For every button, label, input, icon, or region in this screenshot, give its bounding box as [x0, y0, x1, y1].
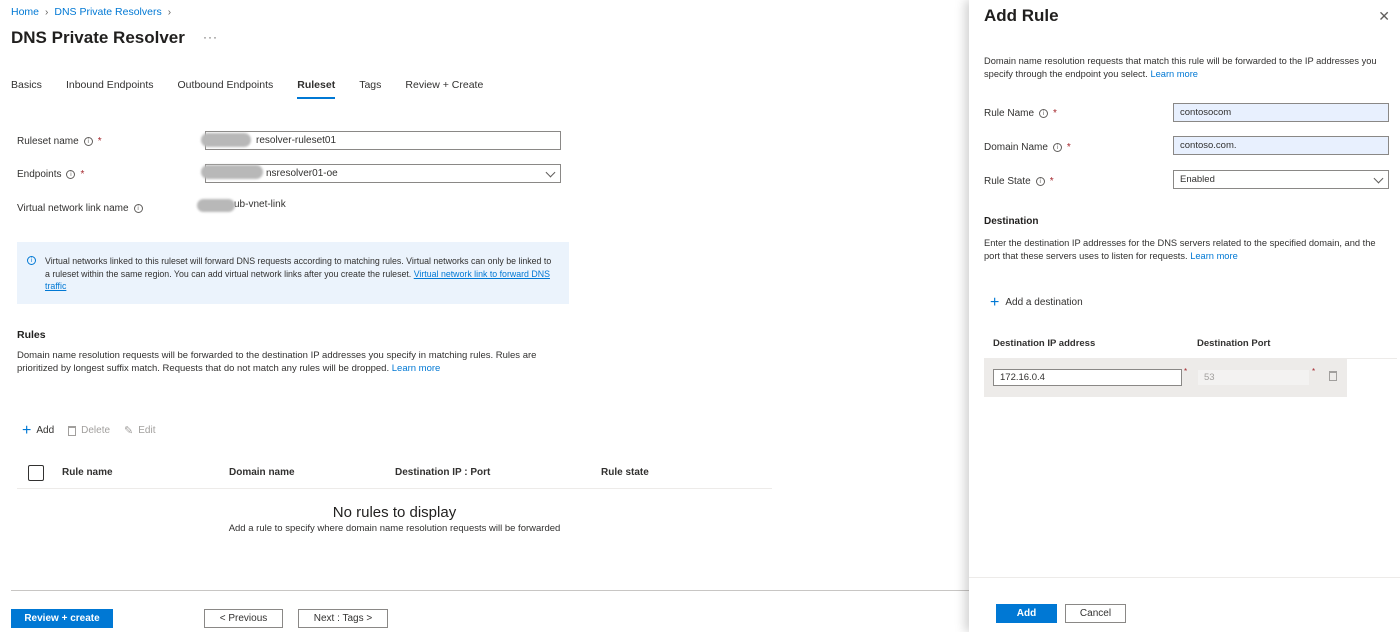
col-rule-state[interactable]: Rule state [601, 467, 649, 478]
info-icon[interactable]: i [66, 170, 76, 179]
rules-toolbar: + Add Delete ✎ Edit [22, 421, 156, 439]
breadcrumb: Home › DNS Private Resolvers › [11, 6, 171, 18]
panel-footer-divider [969, 577, 1400, 578]
required-mark: * [1049, 176, 1054, 187]
pencil-icon: ✎ [124, 425, 134, 437]
close-icon[interactable]: ✕ [1378, 8, 1390, 25]
vnet-link-value: ub-vnet-link [234, 199, 286, 210]
trash-icon [68, 425, 77, 436]
destination-heading: Destination [984, 216, 1039, 227]
info-icon[interactable]: i [1039, 109, 1049, 118]
redacted-blur [201, 133, 251, 147]
next-tags-button[interactable]: Next : Tags > [298, 609, 388, 628]
rule-state-label: Rule State i * [984, 176, 1054, 187]
col-domain-name[interactable]: Domain name [229, 467, 295, 478]
required-mark: * [1053, 108, 1057, 119]
add-rule-submit-button[interactable]: Add [996, 604, 1057, 623]
destination-grid-header: Destination IP address Destination Port [984, 333, 1397, 359]
required-mark: * [1066, 142, 1071, 153]
destination-row: 172.16.0.4 * 53 * [984, 359, 1347, 397]
cancel-button[interactable]: Cancel [1065, 604, 1126, 623]
select-all-checkbox[interactable] [28, 465, 44, 481]
edit-rule-button[interactable]: ✎ Edit [124, 424, 155, 437]
chevron-right-icon: › [167, 6, 172, 18]
col-destination-ip: Destination IP address [993, 338, 1096, 349]
required-mark: * [97, 136, 102, 147]
panel-title: Add Rule [984, 6, 1059, 25]
destination-port-input[interactable]: 53 [1197, 369, 1310, 386]
domain-name-label: Domain Name i * [984, 142, 1071, 153]
required-mark: * [1312, 367, 1316, 376]
rule-state-select[interactable]: Enabled [1173, 170, 1389, 189]
add-rule-panel: Add Rule ✕ Domain name resolution reques… [969, 0, 1400, 632]
redacted-blur [201, 165, 263, 179]
tab-tags[interactable]: Tags [359, 79, 381, 99]
tab-ruleset[interactable]: Ruleset [297, 79, 336, 99]
ruleset-name-label: Ruleset name i * [17, 136, 102, 147]
more-options-icon[interactable]: ··· [203, 30, 218, 44]
rules-heading: Rules [17, 329, 46, 341]
col-destination-port: Destination Port [1197, 338, 1271, 349]
info-icon[interactable]: i [1052, 143, 1062, 152]
empty-state-title: No rules to display [332, 504, 457, 521]
tab-inbound-endpoints[interactable]: Inbound Endpoints [66, 79, 154, 99]
previous-button[interactable]: < Previous [204, 609, 283, 628]
panel-learn-more-link[interactable]: Learn more [1150, 69, 1198, 79]
panel-intro: Domain name resolution requests that mat… [984, 56, 1377, 79]
wizard-tabs: Basics Inbound Endpoints Outbound Endpoi… [11, 79, 507, 99]
footer-divider [11, 590, 969, 591]
tab-review-create[interactable]: Review + Create [405, 79, 483, 99]
info-icon[interactable]: i [83, 137, 93, 146]
add-rule-button[interactable]: + Add [22, 421, 54, 439]
page-title: DNS Private Resolver [11, 28, 185, 47]
ruleset-name-input[interactable]: resolver-ruleset01 [205, 131, 561, 150]
chevron-down-icon [1373, 173, 1384, 184]
breadcrumb-home[interactable]: Home [11, 6, 39, 18]
col-rule-name[interactable]: Rule name [62, 467, 113, 478]
required-mark: * [80, 169, 85, 180]
tab-outbound-endpoints[interactable]: Outbound Endpoints [178, 79, 274, 99]
vnet-link-label: Virtual network link name i [17, 203, 143, 214]
domain-name-input[interactable]: contoso.com. [1173, 136, 1389, 155]
rule-name-label: Rule Name i * [984, 108, 1057, 119]
col-destination[interactable]: Destination IP : Port [395, 467, 490, 478]
info-icon[interactable]: i [133, 204, 143, 213]
destination-description: Enter the destination IP addresses for t… [984, 238, 1376, 261]
review-create-button[interactable]: Review + create [11, 609, 113, 628]
info-message-bar: i Virtual networks linked to this rulese… [17, 242, 569, 304]
add-destination-button[interactable]: + Add a destination [990, 293, 1083, 311]
tab-basics[interactable]: Basics [11, 79, 42, 99]
chevron-right-icon: › [45, 6, 49, 18]
destination-ip-input[interactable]: 172.16.0.4 [993, 369, 1182, 386]
destination-learn-more-link[interactable]: Learn more [1190, 251, 1238, 261]
rule-name-input[interactable]: contosocom [1173, 103, 1389, 122]
delete-rule-button[interactable]: Delete [68, 425, 110, 436]
breadcrumb-dns-private-resolvers[interactable]: DNS Private Resolvers [54, 6, 161, 18]
trash-icon[interactable] [1329, 371, 1337, 381]
empty-state-subtitle: Add a rule to specify where domain name … [228, 523, 561, 534]
plus-icon: + [22, 421, 32, 439]
endpoints-label: Endpoints i * [17, 169, 85, 180]
info-icon: i [27, 256, 36, 265]
rules-description: Domain name resolution requests will be … [17, 350, 537, 374]
required-mark: * [1184, 367, 1188, 376]
info-icon[interactable]: i [1035, 177, 1045, 186]
redacted-blur [197, 199, 235, 212]
rules-learn-more-link[interactable]: Learn more [392, 363, 441, 374]
plus-icon: + [990, 293, 1000, 311]
chevron-down-icon [545, 167, 556, 178]
rules-grid-header: Rule name Domain name Destination IP : P… [17, 463, 772, 489]
